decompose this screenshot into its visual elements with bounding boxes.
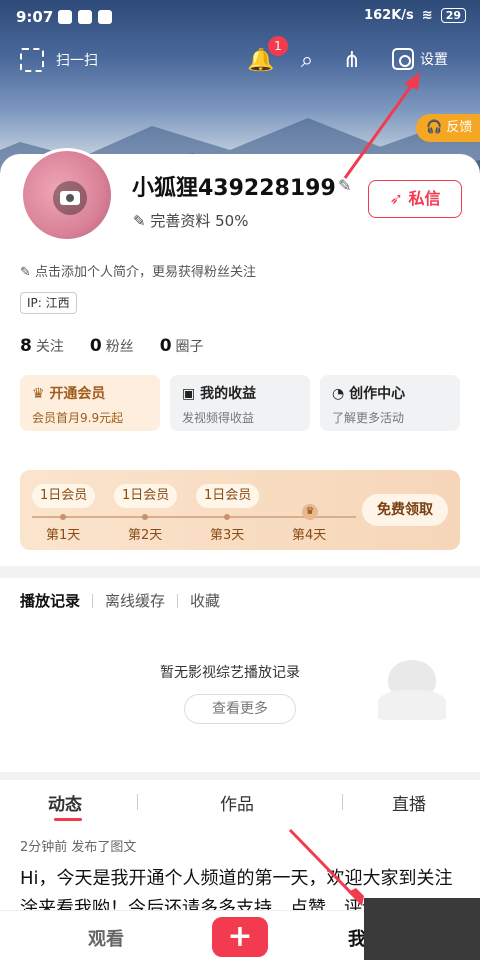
content-tabs: 动态 作品 直播 [0, 790, 480, 816]
camera-icon [53, 181, 87, 215]
pencil-icon: ✎ [133, 212, 146, 230]
post-meta: 2分钟前 发布了图文 [20, 840, 137, 855]
status-time: 9:07 [16, 8, 54, 26]
active-tab-indicator [54, 818, 82, 821]
crown-icon: ♛ [302, 504, 318, 520]
tab-works[interactable]: 作品 [220, 790, 254, 815]
day-label: 第3天 [210, 528, 245, 543]
scan-label: 扫一扫 [56, 53, 98, 69]
day-dot [224, 514, 230, 520]
tab-live[interactable]: 直播 [392, 790, 426, 815]
edit-icon[interactable]: ✎ [338, 176, 351, 195]
view-more-button[interactable]: 查看更多 [184, 694, 296, 724]
day-reward: 1日会员 [32, 484, 96, 508]
mascot-illustration [374, 656, 450, 720]
profile-completion[interactable]: ✎ 完善资料 50% [133, 210, 248, 231]
send-icon: ➶ [389, 189, 403, 208]
settings-icon [392, 48, 414, 70]
network-speed: 162K/s [364, 8, 414, 23]
status-right: 162K/s ≋ 29 [364, 8, 466, 23]
plus-icon: + [227, 919, 253, 954]
stat-fans[interactable]: 0 粉丝 [90, 336, 134, 356]
message-button[interactable]: ➶ 私信 [368, 180, 462, 218]
divider [342, 794, 343, 810]
stat-circles[interactable]: 0 圈子 [160, 336, 204, 356]
day-reward: 1日会员 [114, 484, 178, 508]
tab-play-history[interactable]: 播放记录 [20, 590, 80, 611]
status-bar: 9:07 162K/s ≋ 29 [0, 0, 480, 34]
divider [92, 593, 94, 608]
claim-free-button[interactable]: 免费领取 [362, 494, 448, 526]
earnings-card[interactable]: ▣ 我的收益 发视频得收益 [170, 375, 310, 431]
empty-history-text: 暂无影视综艺播放记录 [160, 665, 300, 681]
day-label: 第2天 [128, 528, 163, 543]
wifi-icon: ≋ [421, 8, 433, 23]
bio-hint[interactable]: ✎ 点击添加个人简介，更易获得粉丝关注 [20, 261, 256, 280]
day-dot [142, 514, 148, 520]
stat-following[interactable]: 8 关注 [20, 336, 64, 356]
screen-corner-overlay [364, 898, 480, 960]
day-label: 第1天 [46, 528, 81, 543]
tab-offline-cache[interactable]: 离线缓存 [105, 590, 165, 611]
feedback-label: 反馈 [446, 120, 473, 135]
status-app-icons [58, 10, 112, 24]
username: 小狐狸439228199 [132, 176, 336, 201]
avatar[interactable] [20, 148, 114, 242]
ip-badge: IP: 江西 [20, 292, 77, 314]
crown-icon: ♛ [32, 386, 50, 402]
feedback-button[interactable]: 🎧 反馈 [416, 114, 480, 142]
wallet-icon: ▣ [182, 386, 201, 402]
pencil-icon: ✎ [20, 265, 31, 280]
tab-feed[interactable]: 动态 [48, 790, 82, 815]
divider [137, 794, 138, 810]
settings-label: 设置 [420, 52, 448, 68]
stats-row: 8 关注 0 粉丝 0 圈子 [20, 336, 204, 356]
notification-badge: 1 [268, 36, 288, 56]
creator-icon: ◔ [332, 386, 350, 402]
creator-center-card[interactable]: ◔ 创作中心 了解更多活动 [320, 375, 460, 431]
day-dot [60, 514, 66, 520]
scan-icon [20, 48, 44, 72]
member-checkin-strip: 1日会员 1日会员 1日会员 ♛ 第1天 第2天 第3天 第4天 免费领取 [20, 470, 460, 550]
battery-icon: 29 [440, 8, 466, 23]
scan-button[interactable]: 扫一扫 [20, 48, 98, 72]
search-icon[interactable]: ⌕ [294, 48, 320, 74]
tab-favorites[interactable]: 收藏 [190, 590, 220, 611]
settings-button[interactable]: 设置 [392, 48, 448, 70]
headset-icon: 🎧 [426, 120, 443, 135]
publish-button[interactable]: + [212, 917, 268, 957]
divider [177, 593, 179, 608]
day-reward: 1日会员 [196, 484, 260, 508]
day-label: 第4天 [292, 528, 327, 543]
vip-card[interactable]: ♛ 开通会员 会员首月9.9元起 [20, 375, 160, 431]
history-tabs: 播放记录 离线缓存 收藏 [20, 590, 220, 611]
nav-watch[interactable]: 观看 [88, 925, 124, 951]
share-icon[interactable]: ⋔ [339, 48, 365, 74]
